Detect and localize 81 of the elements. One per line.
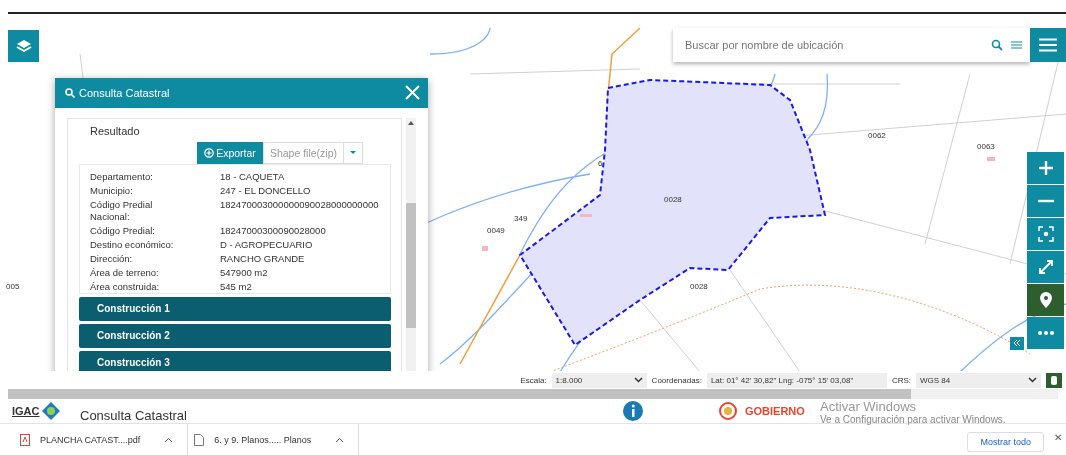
double-chevron-left-icon — [1013, 340, 1021, 347]
igac-logo: IGAC — [12, 402, 80, 421]
caret-up-icon — [335, 436, 345, 443]
construction-header[interactable]: Construcción 3 — [79, 350, 391, 372]
attribute-value: 247 - EL DONCELLO — [220, 184, 312, 197]
attribute-value: 18 - CAQUETA — [220, 170, 286, 183]
attribute-value: 547900 m2 — [220, 266, 269, 279]
attribute-label: Departamento: — [90, 170, 154, 183]
construction-header[interactable]: Construcción 2 — [79, 323, 391, 348]
coordinates-label: Coordenadas: — [651, 375, 702, 385]
attribute-label: Área construida: — [90, 280, 161, 293]
show-all-button[interactable]: Mostrar todo — [967, 432, 1044, 453]
activation-notice-text: Ve a Configuración para activar Windows. — [820, 414, 1006, 427]
attribute-value: 182470003000000090028000000000 — [220, 198, 380, 212]
scale-label: Escala: — [520, 375, 547, 385]
activation-notice-title: Activar Windows — [820, 399, 918, 415]
caret-up-icon — [164, 436, 174, 443]
attribute-label: Código Predial: — [90, 224, 156, 237]
site-title: Consulta Catastral — [80, 407, 187, 423]
parcel-label: 0062 — [868, 130, 886, 140]
close-icon[interactable] — [405, 85, 420, 101]
attribute-label: Destino económico: — [90, 238, 175, 251]
chevron-down-icon — [633, 377, 643, 384]
parcel-label: 005 — [6, 281, 20, 291]
plus-icon — [1037, 159, 1054, 176]
parcel-label: 0028 — [690, 281, 708, 291]
crs-label: CRS: — [891, 375, 911, 385]
attribute-value: 545 m2 — [220, 280, 253, 293]
search-icon[interactable] — [991, 38, 1003, 51]
plus-circle-icon — [204, 147, 215, 158]
zoom-in-button[interactable] — [1027, 151, 1064, 184]
download-item[interactable]: 6. y 9. Planos..... Planos — [188, 424, 360, 455]
export-button[interactable]: Exportar — [197, 141, 263, 164]
minus-icon — [1037, 198, 1054, 203]
location-button[interactable] — [1027, 283, 1064, 316]
igac-emblem-icon — [41, 402, 60, 421]
construction-header[interactable]: Construcción 1 — [79, 296, 391, 321]
section-heading: Resultado — [90, 124, 141, 137]
attribute-value: 18247000300090028000 — [220, 224, 327, 237]
coordinates-readout: Lat: 01° 42' 30,82" Lng: -075° 15' 03,08" — [706, 372, 887, 388]
layers-icon — [15, 38, 32, 53]
more-button[interactable] — [1027, 316, 1064, 349]
scale-select[interactable]: 1:8.000 — [551, 372, 647, 388]
zoom-out-button[interactable] — [1027, 184, 1064, 217]
scrollbar[interactable] — [406, 117, 416, 372]
close-icon[interactable]: ✕ — [1054, 432, 1062, 444]
attribute-value: D - AGROPECUARIO — [220, 238, 314, 251]
parcel-label: 0063 — [977, 141, 995, 151]
fullscreen-button[interactable] — [1027, 250, 1064, 283]
menu-icon — [1039, 37, 1057, 52]
print-icon[interactable] — [1046, 372, 1062, 388]
crs-select[interactable]: WGS 84 — [916, 372, 1041, 388]
attribute-label: Municipio: — [90, 184, 134, 197]
attribute-value: RANCHO GRANDE — [220, 252, 306, 265]
scroll-up-icon[interactable] — [408, 120, 414, 125]
location-pin-icon — [1039, 291, 1052, 308]
more-dots-icon — [1037, 330, 1054, 335]
attribute-label: Dirección: — [90, 252, 134, 265]
collapse-button[interactable] — [1010, 336, 1024, 350]
file-icon — [194, 433, 205, 446]
menu-button[interactable] — [1030, 27, 1066, 62]
parcel-label: 0049 — [487, 225, 505, 235]
layers-button[interactable] — [8, 29, 39, 62]
horizontal-scrollbar[interactable] — [8, 389, 1058, 400]
attribute-label: Área de terreno: — [90, 266, 160, 279]
info-icon[interactable] — [622, 401, 643, 422]
panel-title: Consulta Catastral — [79, 86, 171, 99]
full-extent-button[interactable] — [1027, 217, 1064, 250]
parcel-label: 0028 — [664, 194, 682, 204]
download-item[interactable]: PLANCHA CATAST....pdf — [14, 424, 189, 455]
parcel-label: 6 — [598, 158, 603, 168]
search-field[interactable]: Buscar por nombre de ubicación — [673, 27, 1030, 62]
attribute-label: Código Predial Nacional: — [90, 198, 154, 223]
extent-icon — [1037, 225, 1054, 242]
parcel-label: 349 — [514, 213, 528, 223]
expand-icon — [1037, 258, 1054, 275]
coat-of-arms-icon — [718, 402, 737, 421]
government-logo-text: GOBIERNO — [744, 405, 805, 418]
pdf-file-icon — [20, 433, 30, 446]
chevron-down-icon — [1028, 377, 1037, 384]
search-icon — [65, 87, 75, 98]
